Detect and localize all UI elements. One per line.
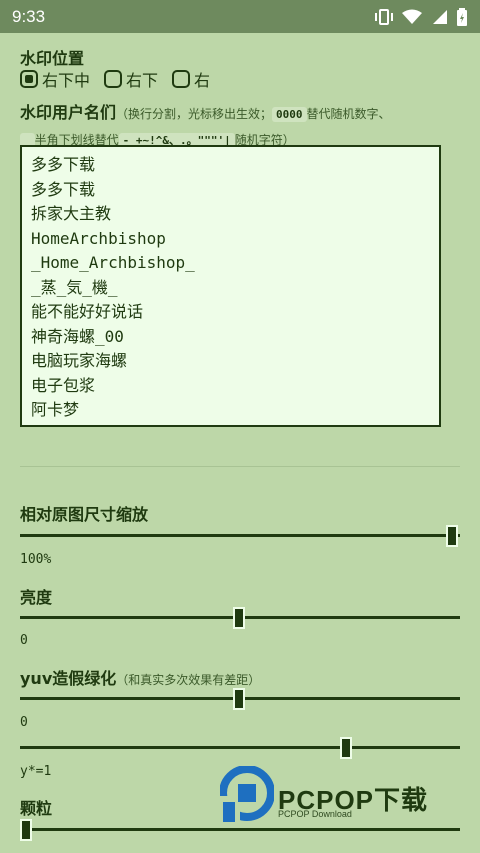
- status-time: 9:33: [12, 6, 46, 26]
- scale-label: 相对原图尺寸缩放: [20, 505, 149, 524]
- watermark-subtitle: PCPOP Download: [278, 809, 352, 819]
- pcpop-logo-icon: [220, 766, 274, 824]
- brightness-value: 0: [20, 633, 28, 648]
- position-option-right-bottom-center[interactable]: 右下中: [20, 67, 90, 91]
- battery-icon: [457, 7, 467, 26]
- username-line: _蒸_気_機_: [31, 277, 118, 297]
- site-watermark: PCPOP下载 PCPOP Download: [220, 766, 465, 826]
- slider-track[interactable]: [20, 746, 460, 749]
- username-line: HomeArchbishop: [31, 228, 166, 248]
- slider-thumb[interactable]: [233, 607, 245, 629]
- wifi-icon: [402, 9, 422, 24]
- username-line: 阿卡梦: [31, 400, 80, 419]
- slider-thumb[interactable]: [339, 737, 352, 759]
- brightness-slider[interactable]: [20, 607, 460, 629]
- slider-thumb[interactable]: [233, 688, 245, 710]
- yuv-value: 0: [20, 715, 28, 730]
- username-line: _Home_Archbishop_: [31, 253, 195, 272]
- yuv-label: yuv造假绿化（和真实多次效果有差距）: [20, 669, 261, 688]
- username-line: 电脑玩家海螺: [31, 351, 128, 370]
- position-option-right[interactable]: 右: [172, 67, 210, 91]
- radio-checked-icon[interactable]: [20, 70, 38, 88]
- position-option-right-bottom[interactable]: 右下: [104, 67, 158, 91]
- status-bar: 9:33: [0, 0, 480, 33]
- grain-label: 颗粒: [20, 799, 53, 818]
- radio-unchecked-icon[interactable]: [172, 70, 191, 88]
- status-icons: [374, 7, 468, 26]
- username-line: 多多下载: [31, 155, 96, 174]
- slider-thumb[interactable]: [20, 819, 32, 841]
- usernames-title: 水印用户名们: [20, 103, 117, 122]
- slider-track[interactable]: [20, 828, 460, 831]
- gamma-value: y*=1: [20, 764, 52, 779]
- scale-slider[interactable]: [20, 525, 460, 547]
- position-radio-group: 右下中 右下 右: [20, 67, 218, 91]
- slider-thumb[interactable]: [446, 525, 458, 547]
- username-line: 电子包浆: [31, 375, 96, 395]
- signal-icon: [433, 9, 447, 24]
- yuv-slider[interactable]: [20, 688, 460, 710]
- vibrate-icon: [375, 8, 393, 25]
- section-divider: [20, 466, 460, 467]
- username-line: 拆家大主教: [31, 204, 112, 223]
- usernames-textarea[interactable]: 多多下载 多多下载 拆家大主教 HomeArchbishop _Home_Arc…: [20, 145, 441, 427]
- position-heading: 水印位置: [20, 49, 85, 68]
- slider-track[interactable]: [20, 534, 460, 537]
- username-line: 神奇海螺_00: [31, 326, 124, 346]
- brightness-label: 亮度: [20, 588, 53, 607]
- username-line: 能不能好好说话: [31, 302, 144, 321]
- gamma-slider[interactable]: [20, 737, 460, 759]
- scale-value: 100%: [20, 552, 52, 567]
- radio-unchecked-icon[interactable]: [104, 70, 123, 88]
- username-line: 多多下载: [31, 179, 96, 199]
